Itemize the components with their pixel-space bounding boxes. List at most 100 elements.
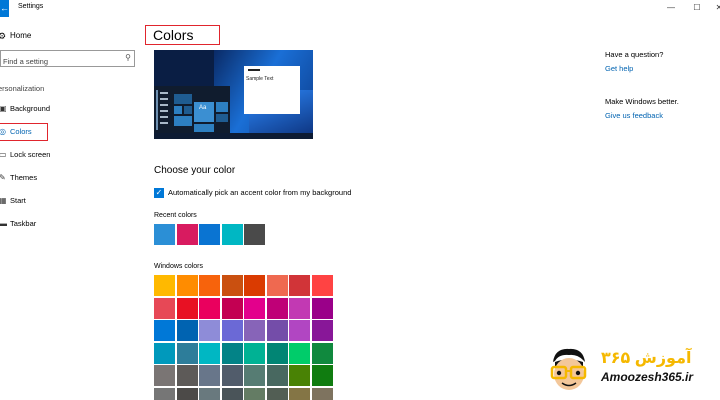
windows-color-swatch[interactable] bbox=[154, 387, 175, 400]
choose-color-heading: Choose your color bbox=[154, 165, 236, 176]
preview-tile bbox=[216, 114, 228, 122]
search-input[interactable] bbox=[1, 54, 121, 69]
close-button[interactable]: ✕ bbox=[712, 2, 720, 14]
windows-color-swatch[interactable] bbox=[199, 342, 220, 364]
sidebar-item-lock-screen[interactable]: ▭ Lock screen bbox=[0, 148, 140, 162]
search-icon[interactable]: ⚲ bbox=[125, 53, 131, 62]
windows-color-swatch[interactable] bbox=[154, 320, 175, 341]
windows-color-swatch[interactable] bbox=[311, 320, 333, 341]
windows-color-swatch[interactable] bbox=[311, 342, 333, 364]
windows-color-swatch[interactable] bbox=[199, 297, 220, 319]
windows-color-swatch[interactable] bbox=[244, 365, 265, 386]
windows-color-swatch[interactable] bbox=[199, 387, 220, 400]
gear-icon: ⚙ bbox=[0, 31, 7, 41]
feedback-heading: Make Windows better. bbox=[605, 97, 679, 106]
windows-color-swatch[interactable] bbox=[244, 320, 265, 341]
preview-tile bbox=[216, 102, 228, 112]
windows-color-swatch[interactable] bbox=[266, 297, 288, 319]
windows-color-swatch[interactable] bbox=[311, 365, 333, 386]
windows-color-swatch[interactable] bbox=[244, 342, 265, 364]
sidebar-item-taskbar[interactable]: ▬ Taskbar bbox=[0, 217, 140, 231]
minimize-button[interactable]: — bbox=[664, 2, 678, 14]
start-icon: ▦ bbox=[0, 196, 7, 205]
windows-color-swatch[interactable] bbox=[244, 297, 265, 319]
recent-color-swatch[interactable] bbox=[154, 224, 175, 245]
recent-color-swatch[interactable] bbox=[221, 224, 243, 245]
preview-tile bbox=[174, 106, 182, 114]
windows-color-swatch[interactable] bbox=[289, 320, 310, 341]
windows-color-swatch[interactable] bbox=[221, 275, 243, 296]
windows-color-swatch[interactable] bbox=[289, 365, 310, 386]
windows-color-swatch[interactable] bbox=[289, 342, 310, 364]
windows-color-swatch[interactable] bbox=[221, 342, 243, 364]
taskbar-icon: ▬ bbox=[0, 219, 7, 228]
windows-color-swatch[interactable] bbox=[199, 320, 220, 341]
windows-color-swatch[interactable] bbox=[221, 297, 243, 319]
windows-colors-label: Windows colors bbox=[154, 263, 204, 270]
app-title: Settings bbox=[18, 3, 44, 10]
watermark-persian-text: آموزش ۳۶۵ bbox=[601, 350, 692, 367]
windows-color-swatch[interactable] bbox=[176, 342, 198, 364]
nav-home-label: Home bbox=[10, 31, 32, 40]
windows-color-swatch[interactable] bbox=[289, 297, 310, 319]
sidebar-item-label: Start bbox=[10, 196, 26, 205]
annotation-box-title bbox=[145, 25, 220, 45]
windows-color-swatch[interactable] bbox=[266, 365, 288, 386]
windows-color-swatch[interactable] bbox=[266, 275, 288, 296]
sidebar-item-start[interactable]: ▦ Start bbox=[0, 194, 140, 208]
windows-color-swatch[interactable] bbox=[176, 297, 198, 319]
nav-home[interactable]: ⚙ Home bbox=[0, 28, 140, 44]
windows-color-swatch[interactable] bbox=[289, 275, 310, 296]
windows-color-swatch[interactable] bbox=[199, 275, 220, 296]
auto-accent-label[interactable]: Automatically pick an accent color from … bbox=[168, 188, 351, 198]
preview-sample-titlebar bbox=[248, 69, 260, 71]
back-button[interactable]: ← bbox=[0, 0, 9, 17]
recent-color-swatch[interactable] bbox=[244, 224, 265, 245]
maximize-button[interactable]: ☐ bbox=[690, 2, 704, 14]
preview-tile bbox=[174, 116, 192, 126]
windows-color-swatch[interactable] bbox=[221, 365, 243, 386]
sidebar-item-label: Lock screen bbox=[10, 150, 51, 159]
windows-color-swatch[interactable] bbox=[244, 275, 265, 296]
preview-menu-line bbox=[160, 110, 168, 112]
preview-menu-line bbox=[160, 116, 168, 118]
monitor-icon: ▭ bbox=[0, 150, 7, 159]
windows-color-swatch[interactable] bbox=[176, 365, 198, 386]
mascot-icon bbox=[550, 348, 587, 390]
search-box[interactable]: ⚲ bbox=[0, 50, 135, 69]
auto-accent-checkbox[interactable]: ✓ bbox=[154, 188, 164, 198]
sidebar-item-themes[interactable]: ✎ Themes bbox=[0, 171, 140, 185]
windows-color-swatch[interactable] bbox=[154, 297, 175, 319]
sidebar-item-label: Themes bbox=[10, 173, 38, 182]
windows-color-swatch[interactable] bbox=[311, 275, 333, 296]
windows-color-swatch[interactable] bbox=[199, 365, 220, 386]
recent-colors bbox=[154, 224, 265, 245]
windows-color-swatch[interactable] bbox=[244, 387, 265, 400]
windows-color-swatch[interactable] bbox=[221, 320, 243, 341]
windows-color-swatch[interactable] bbox=[311, 387, 333, 400]
sidebar-item-label: Background bbox=[10, 104, 51, 113]
windows-color-swatch[interactable] bbox=[221, 387, 243, 400]
windows-color-swatch[interactable] bbox=[154, 342, 175, 364]
windows-color-swatch[interactable] bbox=[176, 320, 198, 341]
windows-color-swatch[interactable] bbox=[154, 365, 175, 386]
preview-tile bbox=[174, 94, 192, 104]
recent-color-swatch[interactable] bbox=[176, 224, 198, 245]
windows-colors-grid bbox=[154, 275, 333, 400]
windows-color-swatch[interactable] bbox=[311, 297, 333, 319]
windows-color-swatch[interactable] bbox=[266, 387, 288, 400]
sidebar-item-background[interactable]: ▣ Background bbox=[0, 102, 140, 116]
windows-color-swatch[interactable] bbox=[266, 342, 288, 364]
windows-color-swatch[interactable] bbox=[176, 387, 198, 400]
windows-color-swatch[interactable] bbox=[289, 387, 310, 400]
sidebar-item-label: Taskbar bbox=[10, 219, 37, 228]
help-heading: Have a question? bbox=[605, 50, 664, 59]
get-help-link[interactable]: Get help bbox=[605, 64, 633, 73]
windows-color-swatch[interactable] bbox=[266, 320, 288, 341]
windows-color-swatch[interactable] bbox=[154, 275, 175, 296]
preview-start-sidebar bbox=[156, 90, 158, 130]
watermark-logo: آموزش ۳۶۵ Amoozesh365.ir bbox=[543, 336, 720, 400]
recent-color-swatch[interactable] bbox=[199, 224, 220, 245]
give-feedback-link[interactable]: Give us feedback bbox=[605, 111, 663, 120]
windows-color-swatch[interactable] bbox=[176, 275, 198, 296]
